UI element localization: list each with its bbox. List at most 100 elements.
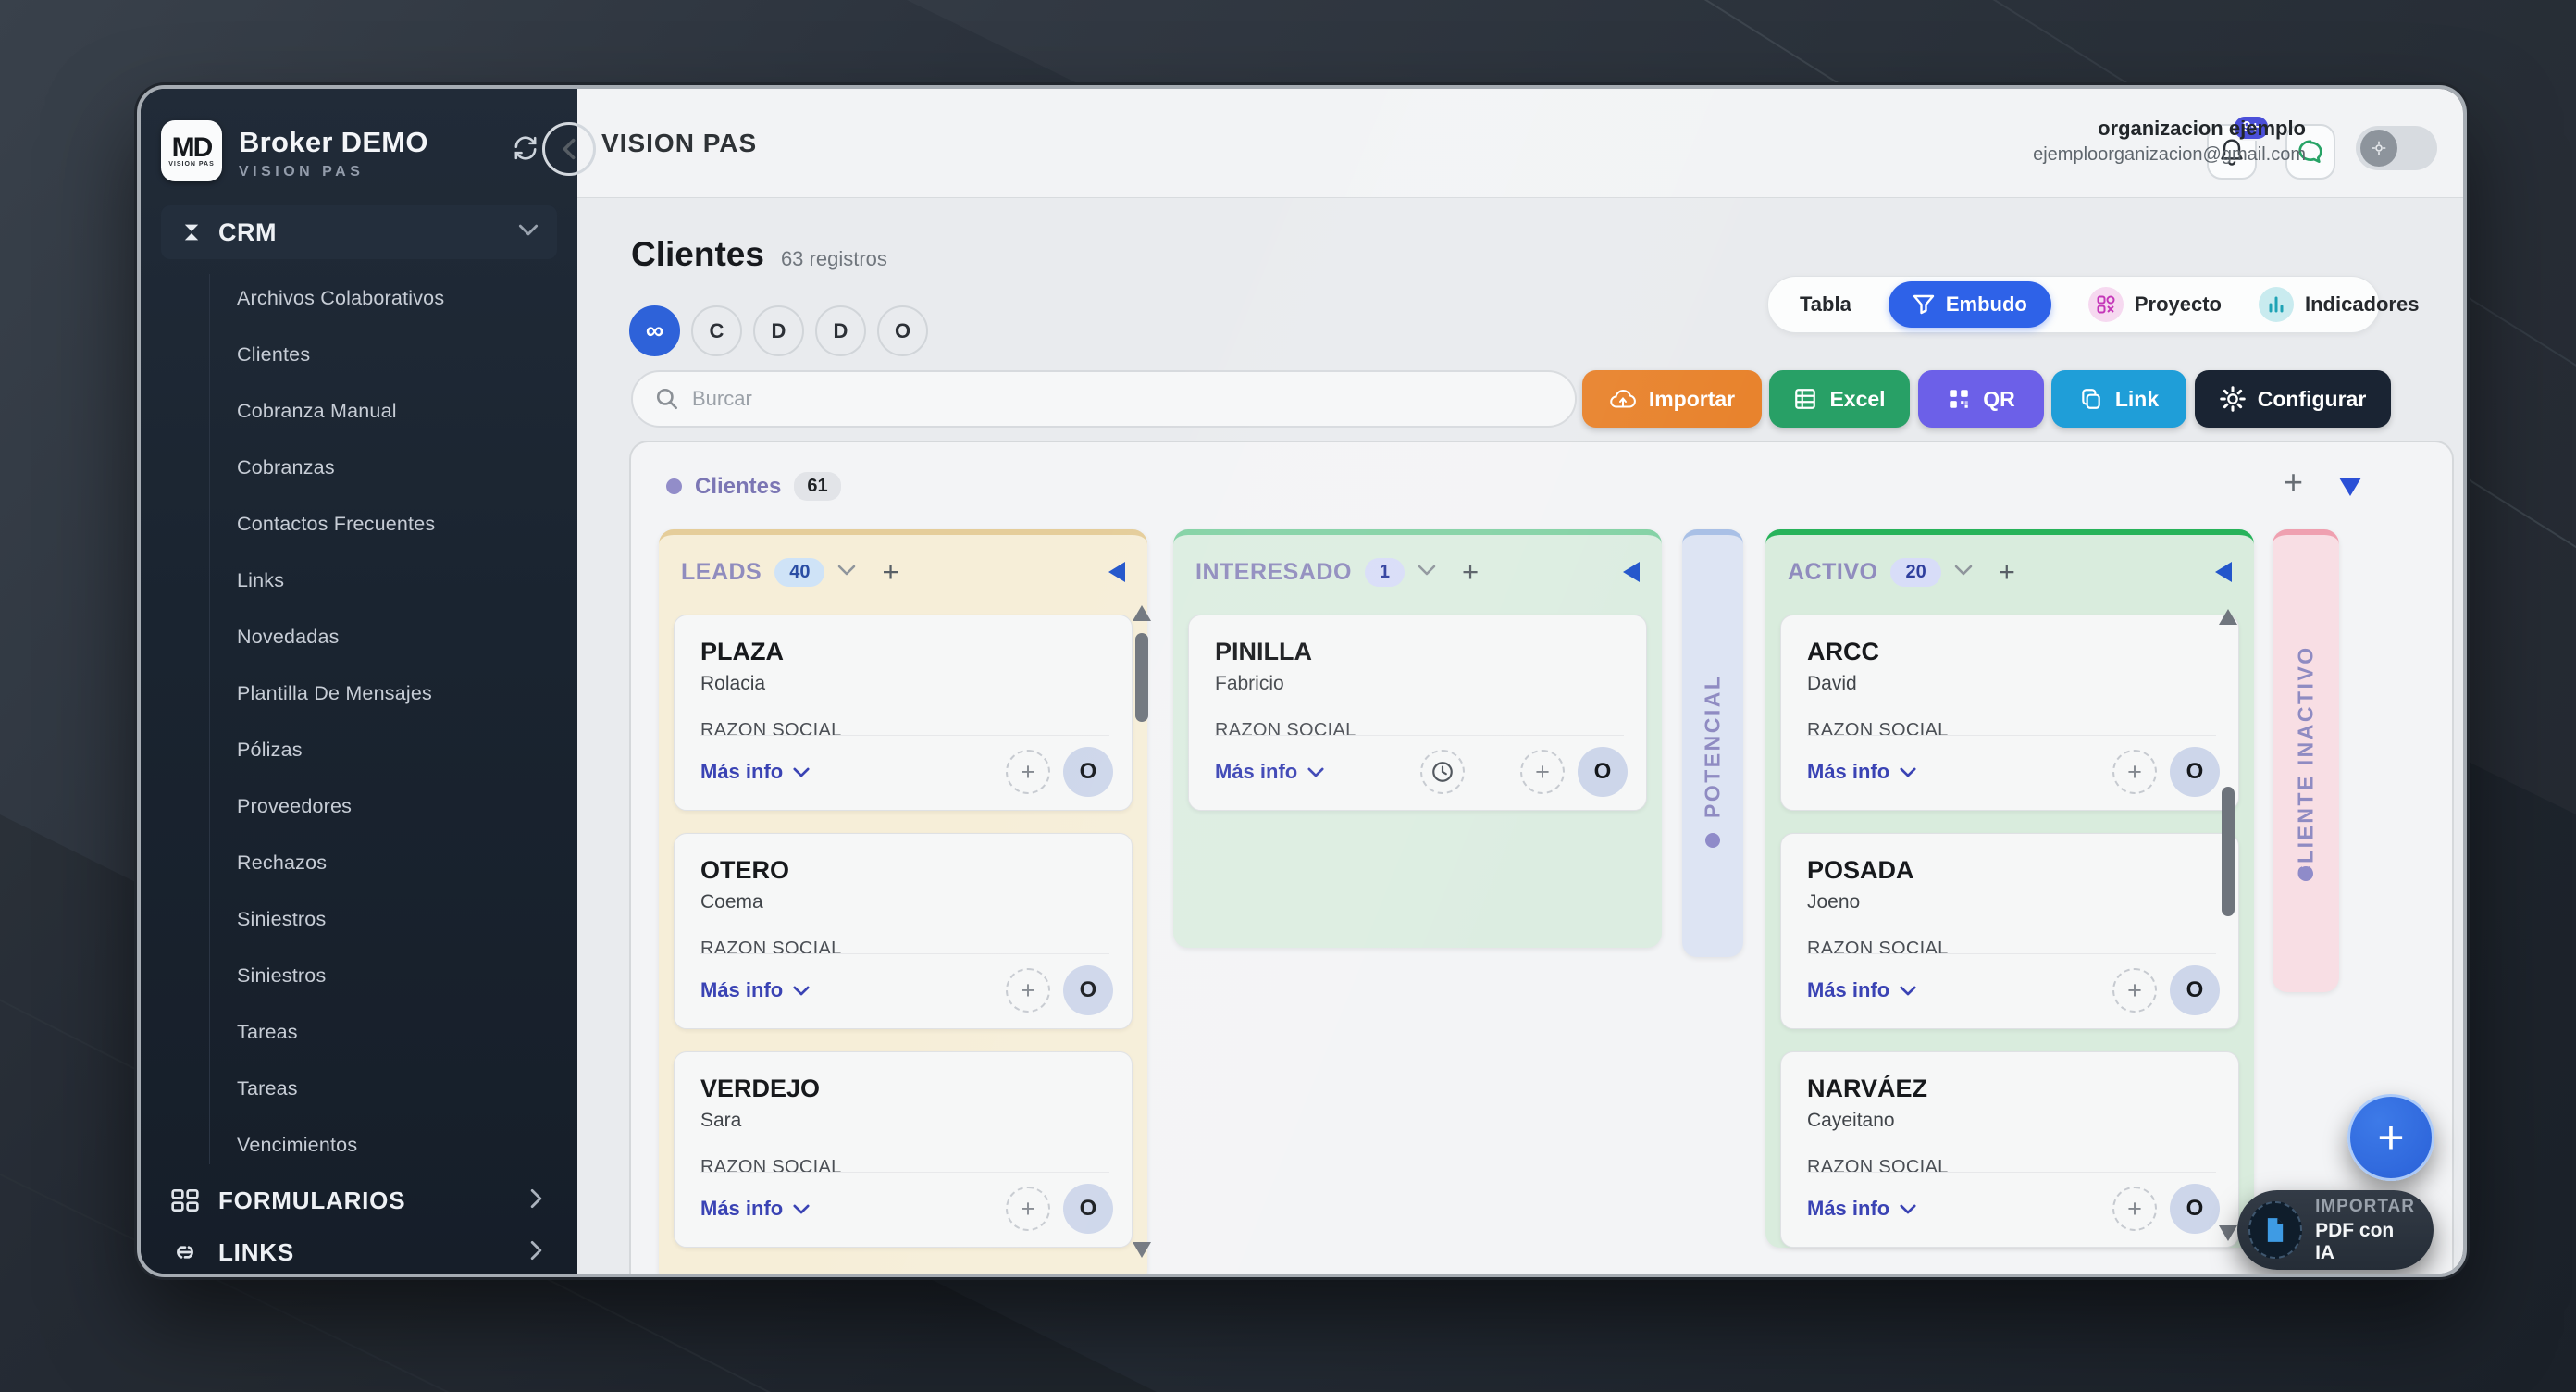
chevron-down-icon[interactable] <box>1954 564 1973 580</box>
sidebar-item-vencimientos[interactable]: Vencimientos <box>141 1117 577 1174</box>
org-profile[interactable]: organizacion ejemplo ejemploorganizacion… <box>1908 117 2306 166</box>
collapse-column-icon[interactable] <box>2215 562 2232 582</box>
qr-button[interactable]: QR <box>1918 370 2044 428</box>
sidebar-item-links[interactable]: Links <box>141 553 577 609</box>
sidebar-item-tareas-2[interactable]: Tareas <box>141 1061 577 1117</box>
group-label: Clientes <box>695 474 781 500</box>
mas-info-link[interactable]: Más info <box>1807 978 1916 1002</box>
scroll-down-arrow[interactable] <box>2219 1225 2237 1241</box>
add-assignee-button[interactable]: + <box>2112 1187 2157 1231</box>
chip-all[interactable]: ∞ <box>629 305 680 356</box>
sidebar-item-archivos-colaborativos[interactable]: Archivos Colaborativos <box>141 270 577 327</box>
client-card-arcc[interactable]: ARCC David RAZON SOCIAL Más info + O <box>1780 615 2239 811</box>
link-button[interactable]: Link <box>2051 370 2186 428</box>
sidebar-item-plantilla-de-mensajes[interactable]: Plantilla De Mensajes <box>141 665 577 722</box>
tab-tabla[interactable]: Tabla <box>1800 292 1852 317</box>
add-client-fab[interactable]: + <box>2347 1094 2434 1181</box>
column-title: ACTIVO <box>1788 559 1877 586</box>
sidebar-item-clientes[interactable]: Clientes <box>141 327 577 383</box>
add-assignee-button[interactable]: + <box>1006 968 1050 1013</box>
column-potencial-collapsed[interactable]: POTENCIAL <box>1682 529 1743 957</box>
assignee-avatar[interactable]: O <box>1063 965 1113 1015</box>
add-card-button[interactable]: + <box>1462 555 1479 589</box>
chevron-down-icon[interactable] <box>1418 564 1436 580</box>
assignee-avatar[interactable]: O <box>2170 965 2220 1015</box>
sidebar-section-links[interactable]: LINKS <box>141 1225 577 1277</box>
sidebar-item-rechazos[interactable]: Rechazos <box>141 835 577 891</box>
configurar-button[interactable]: Configurar <box>2195 370 2391 428</box>
sidebar-section-formularios[interactable]: FORMULARIOS <box>141 1174 577 1227</box>
board-filter-icon[interactable] <box>2339 478 2361 496</box>
add-card-button[interactable]: + <box>1999 555 2015 589</box>
add-assignee-button[interactable]: + <box>2112 750 2157 794</box>
mas-info-link[interactable]: Más info <box>700 1197 810 1221</box>
sidebar-item-siniestros-2[interactable]: Siniestros <box>141 948 577 1004</box>
scrollbar-thumb[interactable] <box>1135 633 1148 722</box>
mas-info-link[interactable]: Más info <box>700 760 810 784</box>
mas-info-link[interactable]: Más info <box>1807 1197 1916 1221</box>
add-assignee-button[interactable]: + <box>1520 750 1565 794</box>
divider <box>1215 735 1624 736</box>
assignee-avatar[interactable]: O <box>1578 747 1628 797</box>
sidebar: MD VISION PAS Broker DEMO VISION PAS CRM <box>141 89 577 1274</box>
client-card-verdejo[interactable]: VERDEJO Sara RAZON SOCIAL Más info + O <box>674 1051 1133 1248</box>
client-card-plaza[interactable]: PLAZA Rolacia RAZON SOCIAL Más info + O <box>674 615 1133 811</box>
reminder-clock-button[interactable] <box>1420 750 1465 794</box>
theme-toggle[interactable] <box>2356 126 2437 170</box>
add-card-button[interactable]: + <box>882 555 898 589</box>
chip-d2[interactable]: D <box>815 305 866 356</box>
add-assignee-button[interactable]: + <box>1006 750 1050 794</box>
sidebar-item-cobranzas[interactable]: Cobranzas <box>141 440 577 496</box>
client-card-pinilla[interactable]: PINILLA Fabricio RAZON SOCIAL Más info <box>1188 615 1647 811</box>
assignee-avatar[interactable]: O <box>1063 1184 1113 1234</box>
divider <box>700 1172 1109 1173</box>
add-column-button[interactable]: + <box>2284 463 2303 502</box>
assignee-avatar[interactable]: O <box>1063 747 1113 797</box>
sidebar-item-contactos-frecuentes[interactable]: Contactos Frecuentes <box>141 496 577 553</box>
chip-c[interactable]: C <box>691 305 742 356</box>
mas-info-link[interactable]: Más info <box>700 978 810 1002</box>
scroll-up-arrow[interactable] <box>2219 609 2237 625</box>
mas-info-link[interactable]: Más info <box>1807 760 1916 784</box>
assignee-avatar[interactable]: O <box>2170 1184 2220 1234</box>
tab-embudo[interactable]: Embudo <box>1889 281 2051 328</box>
column-cliente-inactivo-collapsed[interactable]: CLIENTE INACTIVO <box>2273 529 2339 992</box>
chevron-down-icon[interactable] <box>837 564 856 580</box>
brand-block: Broker DEMO VISION PAS <box>239 126 428 180</box>
chip-d1[interactable]: D <box>753 305 804 356</box>
sidebar-item-polizas[interactable]: Pólizas <box>141 722 577 778</box>
collapse-column-icon[interactable] <box>1623 562 1640 582</box>
scrollbar-thumb[interactable] <box>2222 787 2235 916</box>
sidebar-item-tareas-1[interactable]: Tareas <box>141 1004 577 1061</box>
brand-logo[interactable]: MD VISION PAS <box>161 120 222 181</box>
sidebar-collapse-button[interactable] <box>542 122 596 176</box>
scroll-down-arrow[interactable] <box>1133 1242 1151 1258</box>
add-assignee-button[interactable]: + <box>2112 968 2157 1013</box>
sidebar-item-cobranza-manual[interactable]: Cobranza Manual <box>141 383 577 440</box>
client-card-otero[interactable]: OTERO Coema RAZON SOCIAL Más info + O <box>674 833 1133 1029</box>
client-card-posada[interactable]: POSADA Joeno RAZON SOCIAL Más info + O <box>1780 833 2239 1029</box>
sidebar-item-siniestros-1[interactable]: Siniestros <box>141 891 577 948</box>
excel-button[interactable]: Excel <box>1769 370 1910 428</box>
importar-button[interactable]: Importar <box>1582 370 1762 428</box>
sync-icon[interactable] <box>511 135 540 166</box>
search-input[interactable] <box>692 387 1488 411</box>
tab-proyecto[interactable]: Proyecto <box>2088 287 2222 322</box>
import-pdf-ai-button[interactable]: IMPORTAR PDF con IA <box>2237 1190 2434 1270</box>
chip-o[interactable]: O <box>877 305 928 356</box>
column-header-activo: ACTIVO 20 + <box>1765 535 2254 609</box>
card-client-surname: PINILLA <box>1215 638 1620 666</box>
mas-info-link[interactable]: Más info <box>1215 760 1324 784</box>
assignee-avatar[interactable]: O <box>2170 747 2220 797</box>
collapse-column-icon[interactable] <box>1108 562 1125 582</box>
sidebar-section-crm[interactable]: CRM <box>161 205 557 259</box>
page-title-row: Clientes 63 registros <box>631 235 887 274</box>
sidebar-item-proveedores[interactable]: Proveedores <box>141 778 577 835</box>
records-count: 63 registros <box>781 247 887 271</box>
scroll-up-arrow[interactable] <box>1133 605 1151 621</box>
client-card-narvaez[interactable]: NARVÁEZ Cayeitano RAZON SOCIAL Más info … <box>1780 1051 2239 1248</box>
board-group-header: Clientes 61 <box>666 472 841 501</box>
add-assignee-button[interactable]: + <box>1006 1187 1050 1231</box>
sidebar-item-novedadas[interactable]: Novedadas <box>141 609 577 665</box>
tab-indicadores[interactable]: Indicadores <box>2259 287 2419 322</box>
